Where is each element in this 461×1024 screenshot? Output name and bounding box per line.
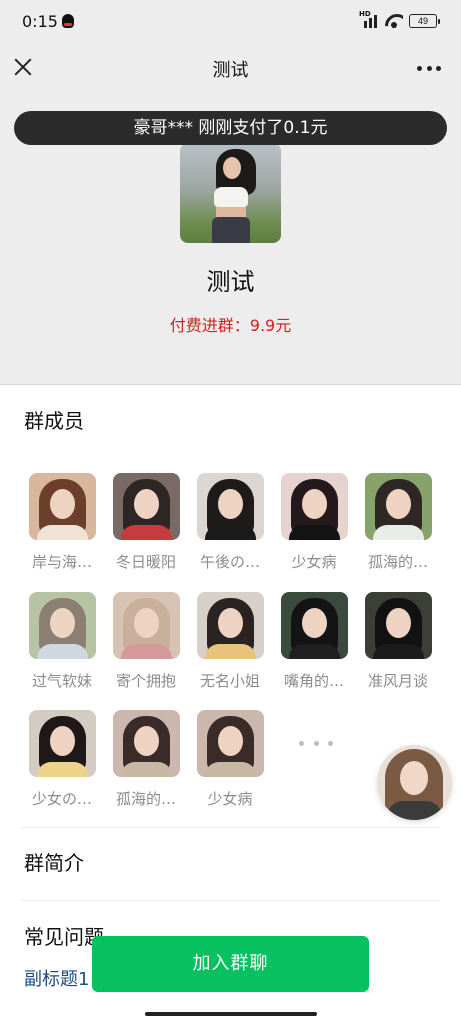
member-item[interactable]: 少女病 [274,473,354,572]
member-item[interactable]: 寄个拥抱 [106,592,186,691]
intro-section-title: 群简介 [24,851,84,875]
member-avatar [28,710,96,777]
member-avatar [280,473,348,540]
member-item[interactable]: 孤海的… [106,710,186,809]
member-avatar [364,473,432,540]
battery-icon: 49 [409,14,440,28]
member-avatar [196,592,264,659]
qq-notification-icon [62,14,74,28]
member-name: 孤海的… [367,553,428,571]
member-avatar [28,473,96,540]
member-item[interactable]: 无名小姐 [190,592,270,691]
wifi-icon [385,14,403,28]
member-item[interactable]: 少女病 [190,710,270,809]
members-section-title: 群成员 [24,409,84,433]
member-name: 孤海的… [115,790,176,808]
member-name: 过气软妹 [31,672,92,690]
member-avatar [112,710,180,777]
member-name: 准风月谈 [367,672,428,690]
member-name: 少女病 [207,790,253,808]
group-cover-image [180,143,281,243]
signal-icon: HD [359,10,379,28]
more-options-icon[interactable] [417,58,441,78]
member-avatar [280,592,348,659]
member-name: 午後の… [199,553,260,571]
status-time: 0:15 [22,12,58,31]
page-title: 测试 [212,60,249,81]
home-indicator [145,1012,317,1016]
member-item[interactable]: 少女の… [22,710,102,809]
member-name: 少女病 [291,553,337,571]
member-name: 岸与海… [31,553,92,571]
status-bar: 0:15 HD 49 [0,0,461,44]
member-item[interactable]: 准风月谈 [358,592,438,691]
member-name: 无名小姐 [199,672,260,690]
divider [22,827,438,828]
member-avatar [28,592,96,659]
more-members-icon[interactable] [299,741,333,749]
divider [22,900,438,901]
member-name: 嘴角的… [283,672,344,690]
member-avatar [364,592,432,659]
floating-user-avatar[interactable] [377,745,452,820]
member-item[interactable]: 过气软妹 [22,592,102,691]
member-item[interactable]: 午後の… [190,473,270,572]
entry-fee: 付费进群：9.9元 [169,316,292,335]
member-item[interactable]: 孤海的… [358,473,438,572]
member-avatar [112,592,180,659]
member-name: 少女の… [31,790,92,808]
member-avatar [196,473,264,540]
nav-bar: 测试 [0,44,461,92]
payment-notification-banner: 豪哥*** 刚刚支付了0.1元 [14,111,447,145]
member-item[interactable]: 嘴角的… [274,592,354,691]
battery-level: 49 [417,16,428,26]
member-name: 冬日暖阳 [115,553,176,571]
member-item[interactable]: 冬日暖阳 [106,473,186,572]
network-label: HD [359,10,371,18]
member-item[interactable]: 岸与海… [22,473,102,572]
member-avatar [112,473,180,540]
member-name: 寄个拥抱 [115,672,176,690]
group-name: 测试 [206,268,255,296]
faq-subtitle-link[interactable]: 副标题1 [24,965,89,991]
member-avatar [196,710,264,777]
status-indicators: HD 49 [359,10,440,28]
group-info-card: 群成员 岸与海… 冬日暖阳 午後の… 少女病 孤海的… 过气软妹 寄个拥抱 无名… [0,384,461,1024]
join-group-button[interactable]: 加入群聊 [92,936,369,992]
